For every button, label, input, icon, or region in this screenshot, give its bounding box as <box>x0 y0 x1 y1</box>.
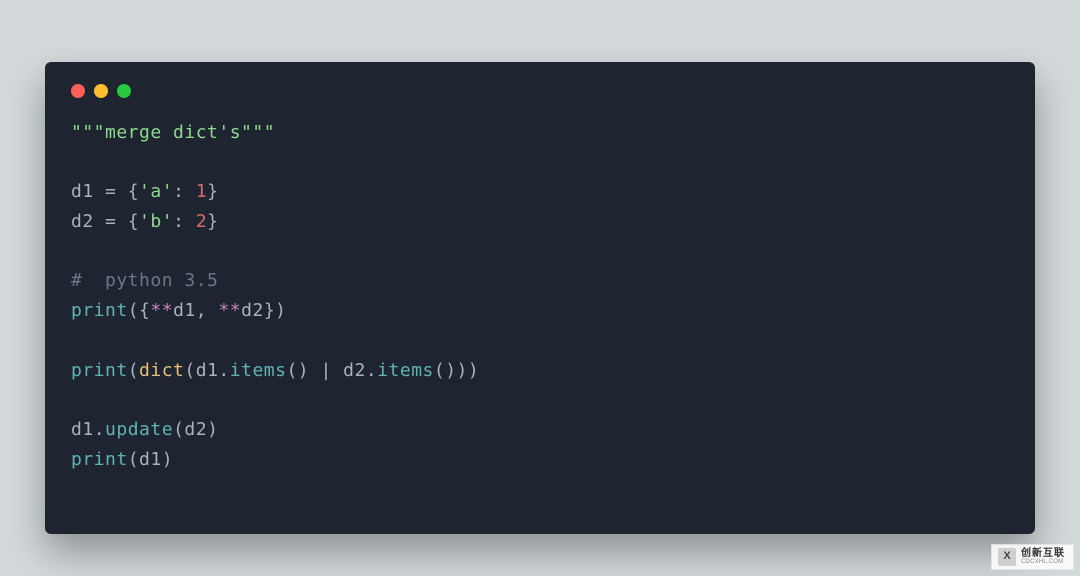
code-brace: } <box>207 181 218 202</box>
watermark-subtitle: CDCXHL.COM <box>1021 559 1065 565</box>
code-paren: ( <box>184 360 195 381</box>
code-brace: { <box>128 181 139 202</box>
code-unpack-operator: ** <box>218 300 241 321</box>
code-number: 1 <box>196 181 207 202</box>
code-colon: : <box>173 181 196 202</box>
code-paren: ( <box>173 419 184 440</box>
code-string: 'a' <box>139 181 173 202</box>
code-brace: { <box>128 211 139 232</box>
code-print-call: print <box>71 449 128 470</box>
window-traffic-lights <box>71 84 1009 98</box>
code-paren: () <box>286 360 320 381</box>
code-window: """merge dict's""" d1 = {'a': 1} d2 = {'… <box>45 62 1035 534</box>
watermark-title: 创新互联 <box>1021 549 1065 560</box>
code-pipe: | <box>320 360 343 381</box>
code-comma: , <box>196 300 219 321</box>
code-dot: . <box>366 360 377 381</box>
watermark-badge: X 创新互联 CDCXHL.COM <box>991 544 1074 570</box>
code-identifier: d2 <box>184 419 207 440</box>
code-items-call: items <box>230 360 287 381</box>
maximize-icon[interactable] <box>117 84 131 98</box>
code-paren: ) <box>207 419 218 440</box>
code-operator: = <box>105 211 128 232</box>
code-update-call: update <box>105 419 173 440</box>
code-identifier: d1 <box>196 360 219 381</box>
code-print-call: print <box>71 300 128 321</box>
code-paren: ())) <box>434 360 479 381</box>
code-identifier: d1 <box>71 181 105 202</box>
code-dot: . <box>94 419 105 440</box>
code-unpack-operator: ** <box>150 300 173 321</box>
code-number: 2 <box>196 211 207 232</box>
code-paren: }) <box>264 300 287 321</box>
code-brace: } <box>207 211 218 232</box>
close-icon[interactable] <box>71 84 85 98</box>
minimize-icon[interactable] <box>94 84 108 98</box>
code-docstring: """merge dict's""" <box>71 122 275 143</box>
code-paren: ({ <box>128 300 151 321</box>
code-block: """merge dict's""" d1 = {'a': 1} d2 = {'… <box>71 118 1009 474</box>
page-background: """merge dict's""" d1 = {'a': 1} d2 = {'… <box>0 0 1080 576</box>
code-colon: : <box>173 211 196 232</box>
code-paren: ( <box>128 449 139 470</box>
code-identifier: d2 <box>343 360 366 381</box>
code-dict-call: dict <box>139 360 184 381</box>
code-operator: = <box>105 181 128 202</box>
code-identifier: d2 <box>71 211 105 232</box>
code-identifier: d1 <box>139 449 162 470</box>
code-items-call: items <box>377 360 434 381</box>
code-paren: ( <box>128 360 139 381</box>
code-paren: ) <box>162 449 173 470</box>
code-string: 'b' <box>139 211 173 232</box>
code-identifier: d1 <box>173 300 196 321</box>
watermark-logo-icon: X <box>998 548 1016 566</box>
code-identifier: d1 <box>71 419 94 440</box>
code-identifier: d2 <box>241 300 264 321</box>
code-print-call: print <box>71 360 128 381</box>
code-dot: . <box>218 360 229 381</box>
code-comment: # python 3.5 <box>71 270 218 291</box>
